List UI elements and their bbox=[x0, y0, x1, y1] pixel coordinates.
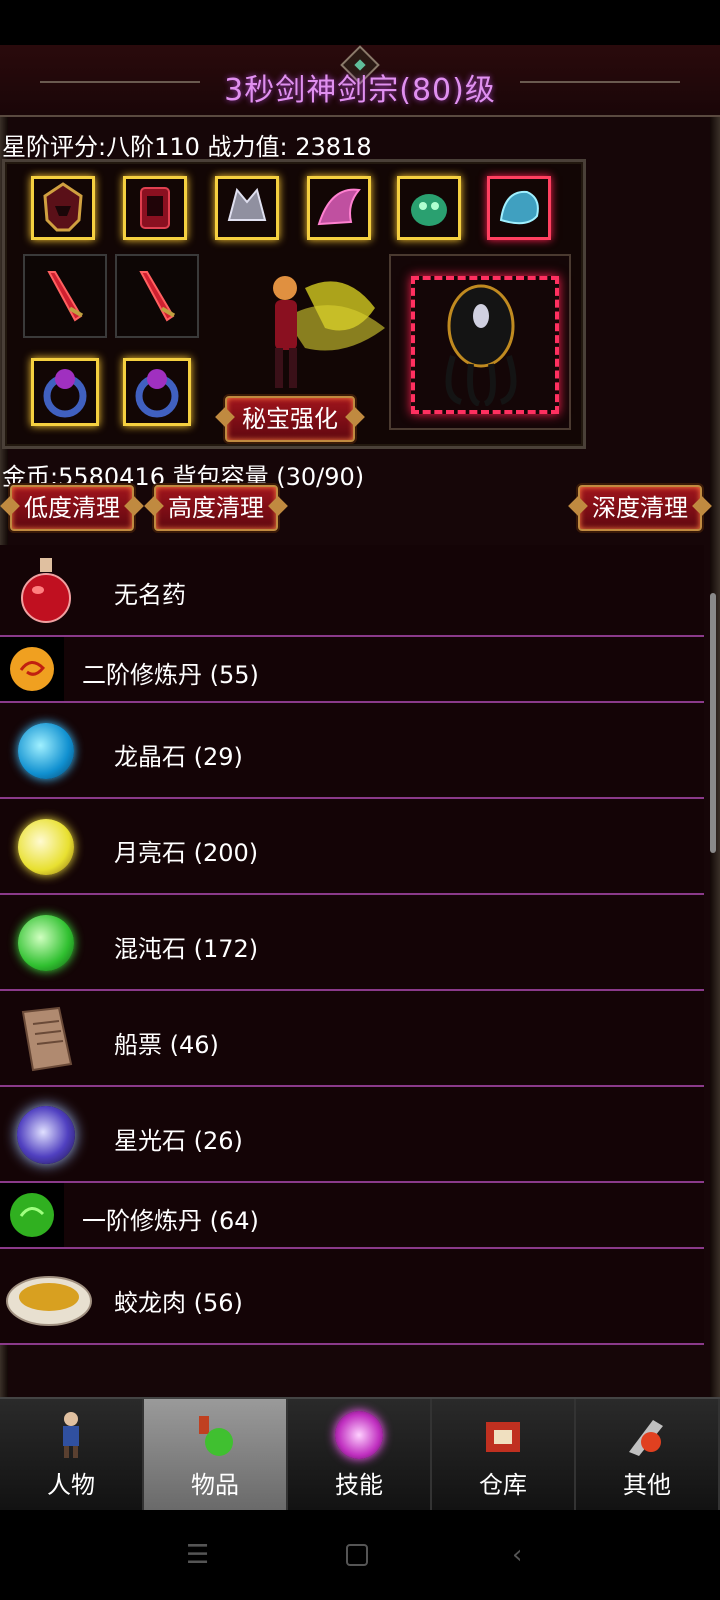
character-figure-icon bbox=[273, 276, 385, 388]
sword-icon bbox=[47, 271, 84, 322]
menu-nav-icon[interactable]: ☰ bbox=[186, 1540, 209, 1570]
blue-orb-icon bbox=[10, 715, 82, 787]
mount-slot[interactable] bbox=[389, 254, 571, 430]
inventory-scrollbar[interactable] bbox=[710, 593, 716, 853]
weapon-slot-right[interactable] bbox=[115, 254, 199, 338]
list-item[interactable]: 星光石 (26) bbox=[0, 1087, 704, 1183]
game-panel: 3秒剑神剑宗(80)级 星阶评分:八阶110 战力值: 23818 秘宝强化 金… bbox=[0, 45, 720, 1397]
tab-label: 其他 bbox=[623, 1471, 671, 1499]
tab-character[interactable]: 人物 bbox=[0, 1399, 144, 1510]
clear-low-button[interactable]: 低度清理 bbox=[10, 485, 134, 531]
helmet-icon bbox=[43, 182, 83, 232]
armor-slot[interactable] bbox=[117, 170, 193, 246]
tab-items[interactable]: 物品 bbox=[144, 1399, 288, 1510]
item-name: 一阶修炼丹 (64) bbox=[82, 1207, 259, 1235]
list-item[interactable]: 船票 (46) bbox=[0, 991, 704, 1087]
item-name: 月亮石 (200) bbox=[114, 839, 259, 867]
pet-icon bbox=[411, 194, 447, 226]
home-nav-icon[interactable] bbox=[346, 1544, 368, 1566]
mount-soul-slot[interactable] bbox=[481, 170, 557, 246]
tab-label: 人物 bbox=[47, 1471, 95, 1499]
scroll-icon bbox=[10, 1003, 82, 1075]
system-nav-bar: ☰ ‹ bbox=[0, 1510, 720, 1600]
wing-slot[interactable] bbox=[301, 170, 377, 246]
ring-icon bbox=[43, 369, 87, 418]
list-item[interactable]: 混沌石 (172) bbox=[0, 895, 704, 991]
equipment-panel: 秘宝强化 bbox=[2, 159, 586, 449]
yellow-orb-icon bbox=[10, 811, 82, 883]
weapon-slot-left[interactable] bbox=[23, 254, 107, 338]
inventory-list: 无名药 二阶修炼丹 (55) 龙晶石 (29) 月亮石 (200) 混沌石 (1… bbox=[0, 545, 704, 1397]
orange-pill-icon bbox=[0, 637, 64, 701]
skill-orb-icon bbox=[333, 1409, 385, 1461]
item-name: 二阶修炼丹 (55) bbox=[82, 661, 259, 689]
list-item[interactable]: 龙晶石 (29) bbox=[0, 703, 704, 799]
green-orb-icon bbox=[10, 907, 82, 979]
item-name: 无名药 bbox=[114, 581, 186, 609]
list-item[interactable]: 一阶修炼丹 (64) bbox=[0, 1183, 704, 1249]
character-title: 3秒剑神剑宗(80)级 bbox=[224, 73, 496, 108]
green-pill-icon bbox=[0, 1183, 64, 1247]
tab-label: 仓库 bbox=[479, 1471, 527, 1499]
bottom-tab-bar: 人物 物品 技能 仓库 其他 bbox=[0, 1397, 720, 1510]
pet-slot[interactable] bbox=[391, 170, 467, 246]
character-icon bbox=[45, 1409, 97, 1461]
tab-label: 物品 bbox=[191, 1471, 239, 1499]
warehouse-icon bbox=[477, 1409, 529, 1461]
shoulder-armor-icon bbox=[227, 187, 267, 221]
item-name: 船票 (46) bbox=[114, 1031, 219, 1059]
clear-deep-button[interactable]: 深度清理 bbox=[578, 485, 702, 531]
potion-bag-icon bbox=[189, 1409, 241, 1461]
ring-slot-left[interactable] bbox=[25, 352, 105, 432]
item-name: 蛟龙肉 (56) bbox=[114, 1289, 243, 1317]
tab-other[interactable]: 其他 bbox=[576, 1399, 720, 1510]
character-avatar bbox=[245, 248, 385, 418]
list-item[interactable]: 二阶修炼丹 (55) bbox=[0, 637, 704, 703]
clear-high-button[interactable]: 高度清理 bbox=[154, 485, 278, 531]
back-nav-icon[interactable]: ‹ bbox=[512, 1540, 522, 1570]
purple-orb-icon bbox=[10, 1099, 82, 1171]
item-name: 星光石 (26) bbox=[114, 1127, 243, 1155]
list-item[interactable]: 月亮石 (200) bbox=[0, 799, 704, 895]
wing-icon bbox=[317, 188, 361, 226]
dragon-meat-icon bbox=[4, 1261, 94, 1333]
status-bar bbox=[0, 0, 720, 45]
item-name: 龙晶石 (29) bbox=[114, 743, 243, 771]
helmet-slot[interactable] bbox=[25, 170, 101, 246]
star-rating-power: 星阶评分:八阶110 战力值: 23818 bbox=[2, 133, 372, 161]
ring-icon bbox=[135, 369, 179, 418]
list-item[interactable]: 蛟龙肉 (56) bbox=[0, 1249, 704, 1345]
title-bar: 3秒剑神剑宗(80)级 bbox=[0, 45, 720, 117]
tab-label: 技能 bbox=[335, 1471, 383, 1499]
tab-skills[interactable]: 技能 bbox=[288, 1399, 432, 1510]
ring-slot-right[interactable] bbox=[117, 352, 197, 432]
red-potion-icon bbox=[10, 553, 82, 625]
armor-icon bbox=[140, 187, 170, 229]
dragon-head-icon bbox=[499, 190, 539, 225]
squid-mount-icon bbox=[445, 284, 517, 406]
tab-warehouse[interactable]: 仓库 bbox=[432, 1399, 576, 1510]
shoulder-slot[interactable] bbox=[209, 170, 285, 246]
item-name: 混沌石 (172) bbox=[114, 935, 259, 963]
sword-icon bbox=[139, 271, 176, 322]
other-icon bbox=[621, 1409, 673, 1461]
list-item[interactable]: 无名药 bbox=[0, 545, 704, 637]
treasure-enhance-button[interactable]: 秘宝强化 bbox=[225, 396, 355, 442]
